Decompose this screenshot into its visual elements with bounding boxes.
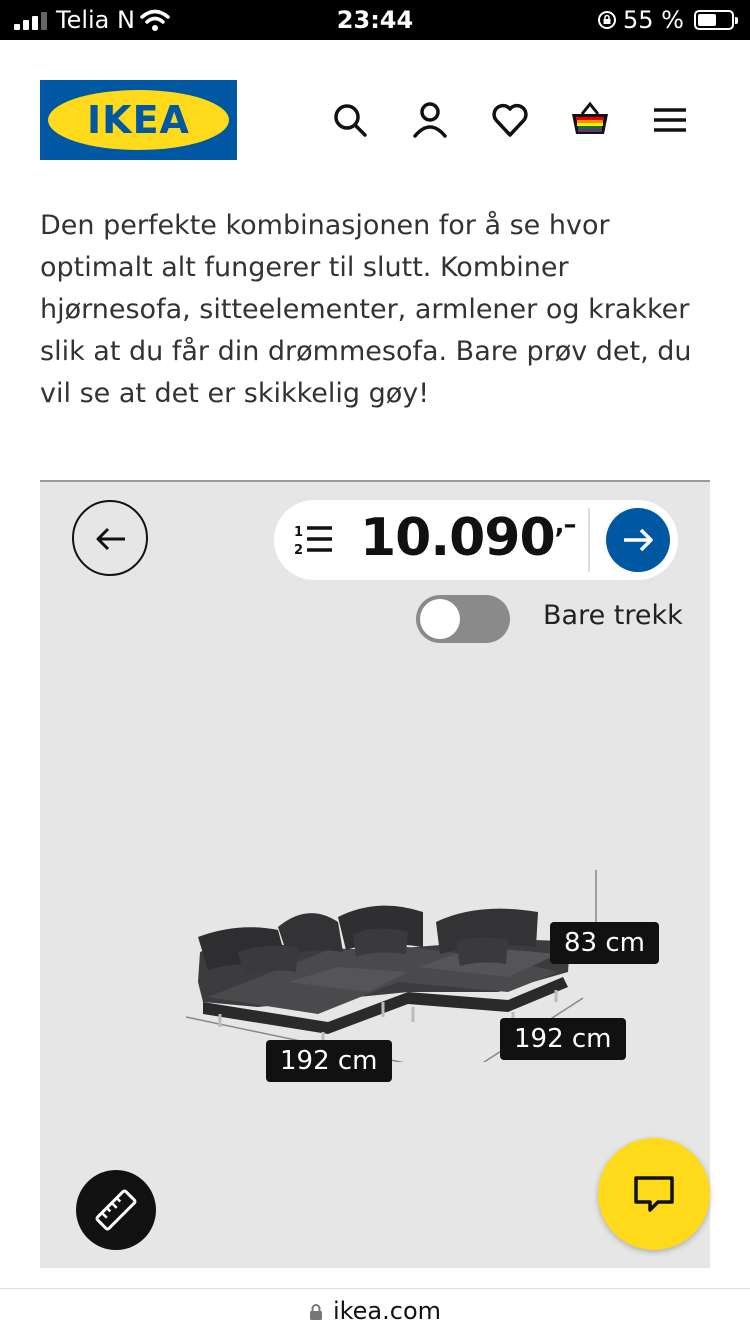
- battery-percent: 55 %: [623, 6, 684, 34]
- sofa-configurator: 1 2 10.090,– Bare trekk 83 cm 192 cm 192…: [40, 480, 710, 1268]
- depth-dimension: 192 cm: [500, 1018, 626, 1060]
- lock-icon: [309, 1304, 322, 1320]
- chat-button[interactable]: [598, 1138, 710, 1250]
- measurements-button[interactable]: [76, 1170, 156, 1250]
- covers-only-toggle[interactable]: [416, 595, 510, 643]
- numbered-list-icon: 1 2: [294, 525, 332, 558]
- battery-icon: [694, 10, 738, 30]
- price-value: 10.090: [360, 508, 556, 568]
- arrow-right-icon: [624, 528, 653, 552]
- status-bar: Telia N 23:44 55 %: [0, 0, 750, 40]
- site-header: IKEA ®: [0, 40, 750, 190]
- continue-button[interactable]: [606, 508, 670, 572]
- menu-icon[interactable]: [650, 100, 690, 140]
- cart-icon[interactable]: [570, 100, 610, 140]
- logo-text: IKEA: [87, 98, 190, 142]
- user-icon[interactable]: [410, 100, 450, 140]
- height-dimension: 83 cm: [550, 922, 659, 964]
- price-suffix: ,–: [554, 510, 577, 540]
- ruler-icon: [95, 1189, 137, 1231]
- chat-bubble-icon: [634, 1176, 674, 1212]
- arrow-left-icon: [96, 527, 125, 551]
- width-dimension: 192 cm: [266, 1040, 392, 1082]
- url-text: ikea.com: [332, 1297, 442, 1325]
- product-description: Den perfekte kombinasjonen for å se hvor…: [40, 210, 692, 409]
- back-button[interactable]: [72, 500, 148, 576]
- search-icon[interactable]: [330, 100, 370, 140]
- total-price: 10.090,–: [360, 508, 577, 568]
- heart-icon[interactable]: [490, 100, 530, 140]
- rotation-lock-icon: [598, 11, 616, 29]
- ikea-logo[interactable]: IKEA ®: [40, 80, 237, 160]
- svg-text:1: 1: [294, 525, 303, 540]
- price-summary[interactable]: 1 2 10.090,–: [274, 500, 678, 580]
- browser-url-bar[interactable]: ikea.com: [0, 1288, 750, 1335]
- covers-only-label: Bare trekk: [543, 600, 683, 631]
- svg-text:2: 2: [294, 543, 303, 558]
